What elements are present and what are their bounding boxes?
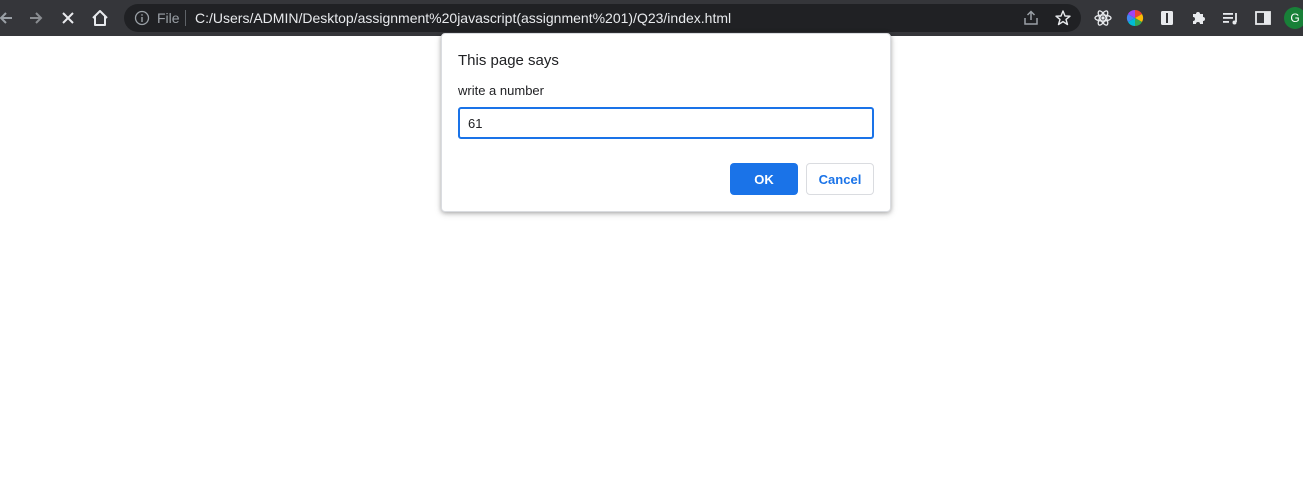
profile-avatar[interactable]: G — [1284, 7, 1303, 29]
stop-button[interactable] — [54, 4, 82, 32]
reader-mode-icon[interactable] — [1157, 8, 1177, 28]
back-button[interactable] — [0, 4, 20, 32]
arrow-right-icon — [30, 12, 43, 24]
prompt-input[interactable] — [458, 107, 874, 139]
browser-toolbar: File C:/Users/ADMIN/Desktop/assignment%2… — [0, 0, 1303, 36]
info-icon[interactable] — [134, 10, 150, 26]
home-button[interactable] — [86, 4, 114, 32]
media-queue-icon[interactable] — [1221, 8, 1241, 28]
dialog-title: This page says — [458, 52, 559, 69]
arrow-left-icon — [0, 12, 12, 24]
ok-button[interactable]: OK — [730, 163, 798, 195]
address-bar[interactable]: File C:/Users/ADMIN/Desktop/assignment%2… — [124, 4, 1081, 32]
puzzle-icon[interactable] — [1189, 8, 1209, 28]
close-icon — [62, 12, 74, 24]
forward-button[interactable] — [22, 4, 50, 32]
react-devtools-icon[interactable] — [1093, 8, 1113, 28]
scheme-label: File — [157, 10, 180, 26]
color-wheel-icon[interactable] — [1125, 8, 1145, 28]
home-icon — [92, 10, 108, 26]
cancel-button[interactable]: Cancel — [806, 163, 874, 195]
url-text[interactable]: C:/Users/ADMIN/Desktop/assignment%20java… — [195, 10, 731, 26]
dialog-message: write a number — [458, 83, 544, 98]
prompt-dialog: This page says write a number OK Cancel — [441, 33, 891, 212]
star-icon[interactable] — [1054, 9, 1072, 27]
share-icon[interactable] — [1022, 9, 1040, 27]
side-panel-icon[interactable] — [1253, 8, 1273, 28]
address-divider — [185, 10, 186, 26]
